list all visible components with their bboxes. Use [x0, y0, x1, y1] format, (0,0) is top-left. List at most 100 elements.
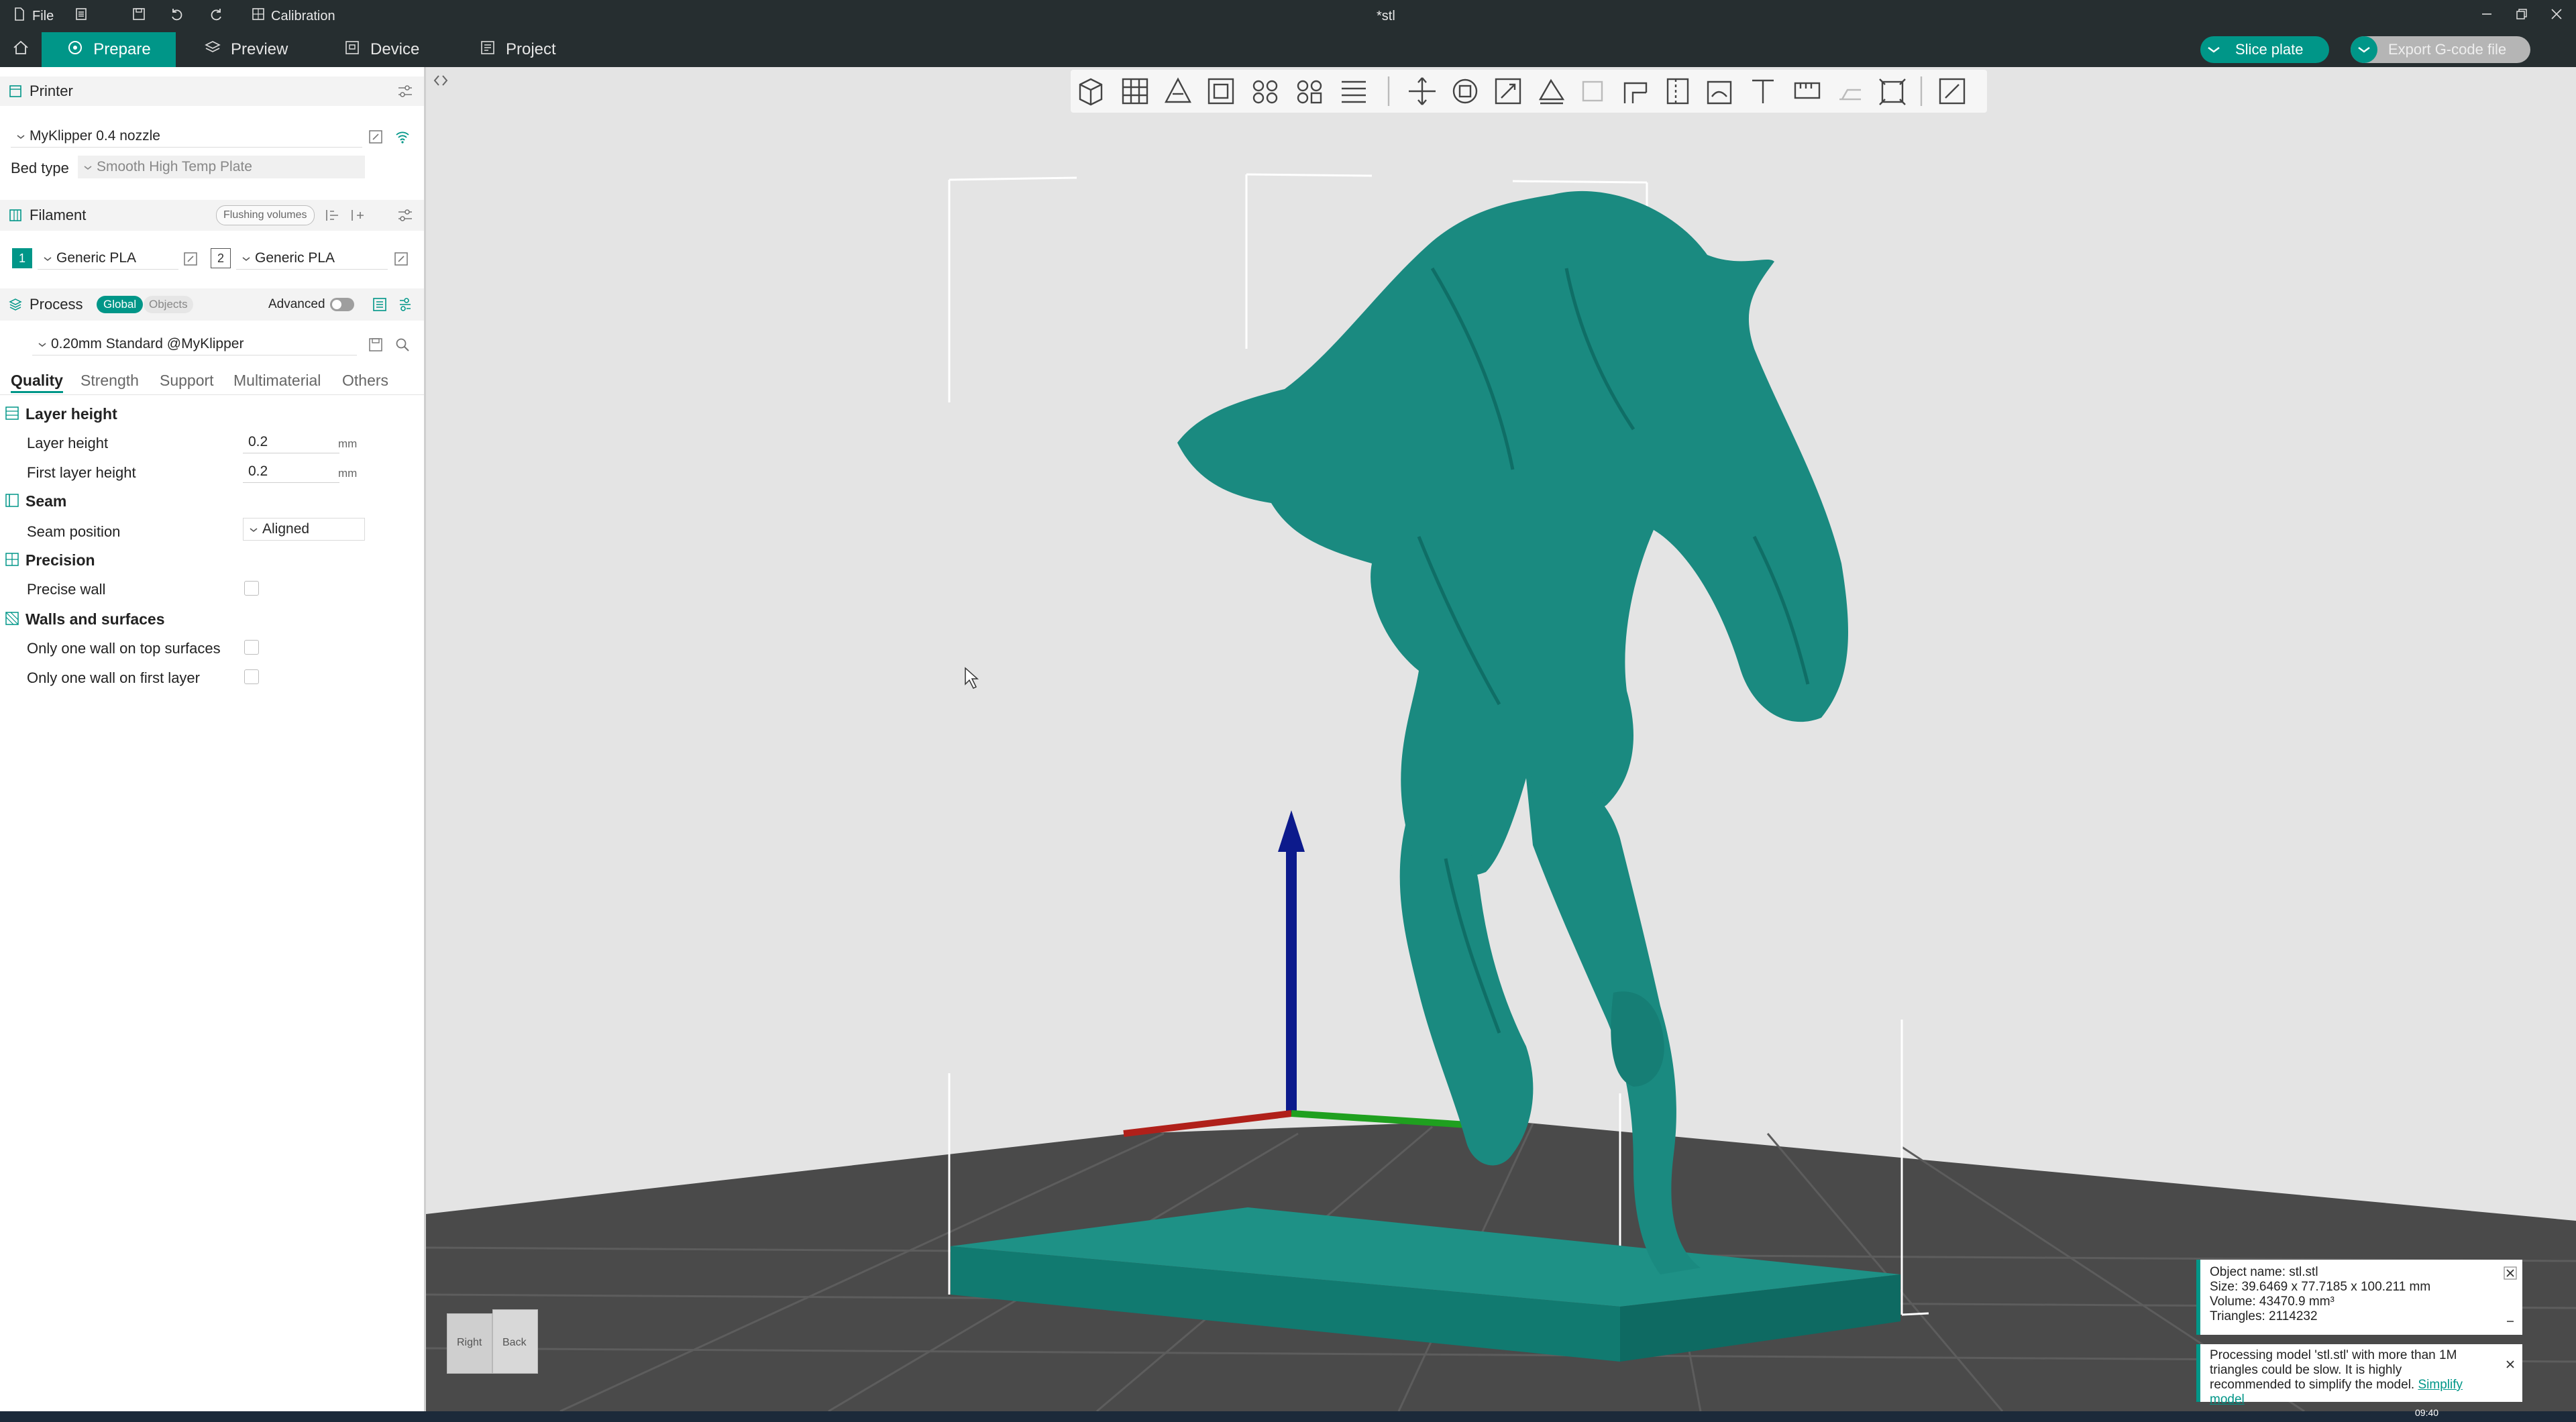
auto-orient-icon [1165, 77, 1191, 103]
tab-quality[interactable]: Quality [11, 372, 63, 393]
printer-settings-icon[interactable] [397, 85, 413, 98]
tab-support[interactable]: Support [160, 372, 214, 390]
scale-icon [1495, 78, 1521, 105]
add-filament-icon[interactable] [350, 208, 366, 223]
first-layer-height-input[interactable]: 0.2 [243, 460, 339, 483]
save-preset-icon[interactable] [368, 337, 384, 353]
edit-printer-icon[interactable] [368, 129, 384, 145]
view-cube-back-face[interactable]: Back [492, 1309, 538, 1374]
view-cube[interactable]: Right Back [447, 1309, 538, 1376]
seam-icon [4, 492, 20, 508]
edit-filament-1-icon[interactable] [182, 251, 199, 267]
assembly-icon [1839, 89, 1861, 101]
layer-height-unit: mm [338, 437, 358, 450]
close-window-button[interactable] [2549, 0, 2564, 32]
object-name-text: Object name: stl.stl [2210, 1265, 2318, 1279]
split-parts-icon [1297, 80, 1322, 104]
toolbar-extra-icon [1939, 78, 1966, 105]
precision-icon [4, 551, 20, 567]
only-one-wall-first-label: Only one wall on first layer [27, 669, 200, 686]
warning-notification: Processing model 'stl.stl' with more tha… [2196, 1344, 2522, 1407]
restore-button[interactable] [2514, 0, 2529, 32]
tab-others[interactable]: Others [342, 372, 388, 390]
remove-filament-icon[interactable] [325, 208, 341, 223]
edit-filament-2-icon[interactable] [393, 251, 409, 267]
search-icon[interactable] [394, 337, 411, 353]
process-settings-icon[interactable] [397, 296, 413, 313]
advanced-switch-knob [332, 300, 341, 309]
flushing-volumes-button[interactable]: Flushing volumes [216, 205, 315, 225]
file-menu[interactable]: File [12, 0, 54, 32]
collapse-sidebar-icon[interactable] [432, 72, 449, 89]
first-layer-height-unit: mm [338, 467, 358, 480]
calibration-label: Calibration [271, 8, 335, 23]
undo-button[interactable] [169, 0, 184, 32]
filament-slot-1-name: Generic PLA [56, 250, 137, 266]
document-title: *stl [1377, 0, 1395, 32]
tab-project[interactable]: Project [479, 32, 556, 67]
filament-slot-2-select[interactable]: Generic PLA [236, 247, 388, 270]
objects-toggle[interactable]: Objects [144, 296, 193, 313]
close-icon[interactable] [2504, 1358, 2517, 1371]
split-objects-icon [1252, 80, 1278, 104]
seam-position-select[interactable]: Aligned [243, 518, 365, 541]
only-one-wall-top-label: Only one wall on top surfaces [27, 640, 221, 657]
seam-position-label: Seam position [27, 523, 121, 540]
layer-height-input[interactable]: 0.2 [243, 431, 339, 453]
tab-preview[interactable]: Preview [204, 32, 288, 67]
bed-type-select[interactable]: Smooth High Temp Plate [78, 156, 365, 178]
view-cube-right-face[interactable]: Right [447, 1313, 492, 1374]
advanced-switch[interactable] [330, 298, 354, 311]
slice-dropdown-icon [2200, 36, 2227, 63]
object-volume-text: Volume: 43470.9 mm³ [2210, 1295, 2334, 1309]
fit-view-icon [1879, 78, 1906, 105]
seam-position-value: Aligned [262, 521, 310, 537]
only-one-wall-top-checkbox[interactable] [244, 640, 259, 655]
calibration-menu[interactable]: Calibration [251, 0, 335, 32]
layers-icon [204, 39, 221, 61]
minimize-icon[interactable] [2504, 1313, 2517, 1327]
walls-icon [4, 610, 20, 626]
precise-wall-checkbox[interactable] [244, 581, 259, 596]
scene-canvas[interactable] [426, 67, 2576, 1411]
object-toolbar [1071, 70, 1987, 113]
support-paint-icon [1623, 82, 1648, 103]
export-gcode-button[interactable]: Export G-code file [2351, 36, 2530, 63]
tab-prepare[interactable]: Prepare [42, 32, 176, 67]
global-toggle[interactable]: Global [97, 296, 144, 313]
process-preset-select[interactable]: 0.20mm Standard @MyKlipper [32, 333, 357, 356]
filament-slot-1-index[interactable]: 1 [12, 248, 32, 268]
redo-button[interactable] [209, 0, 224, 32]
home-icon [12, 39, 30, 61]
tab-strength[interactable]: Strength [80, 372, 139, 390]
chevron-down-icon [249, 521, 258, 537]
printer-icon [8, 84, 23, 99]
grid-icon [1122, 78, 1148, 105]
layer-height-label: Layer height [27, 435, 109, 451]
filament-slot-2-index[interactable]: 2 [211, 248, 231, 268]
filament-settings-icon[interactable] [397, 209, 413, 222]
measure-icon [1794, 82, 1821, 99]
filament-slot-1-select[interactable]: Generic PLA [38, 247, 178, 270]
tab-device[interactable]: Device [343, 32, 419, 67]
only-one-wall-first-checkbox[interactable] [244, 669, 259, 684]
add-object-icon [1079, 78, 1103, 106]
process-preset-value: 0.20mm Standard @MyKlipper [51, 335, 244, 351]
restore-icon [2514, 7, 2529, 25]
menu-button[interactable] [74, 0, 89, 32]
prepare-icon [66, 39, 84, 61]
close-icon[interactable] [2504, 1266, 2517, 1280]
home-button[interactable] [0, 32, 42, 67]
file-icon [12, 7, 27, 25]
export-dropdown-icon [2351, 36, 2377, 63]
tab-multimaterial[interactable]: Multimaterial [233, 372, 321, 390]
chevron-down-icon [83, 159, 93, 175]
3d-viewport[interactable] [426, 67, 2576, 1411]
save-button[interactable] [131, 0, 146, 32]
compare-presets-icon[interactable] [372, 296, 388, 313]
slice-plate-button[interactable]: Slice plate [2200, 36, 2329, 63]
minimize-button[interactable] [2479, 0, 2494, 32]
wifi-icon[interactable] [394, 129, 411, 145]
printer-preset-select[interactable]: MyKlipper 0.4 nozzle [11, 125, 362, 148]
filament-section-header: Filament Flushing volumes [0, 200, 424, 231]
